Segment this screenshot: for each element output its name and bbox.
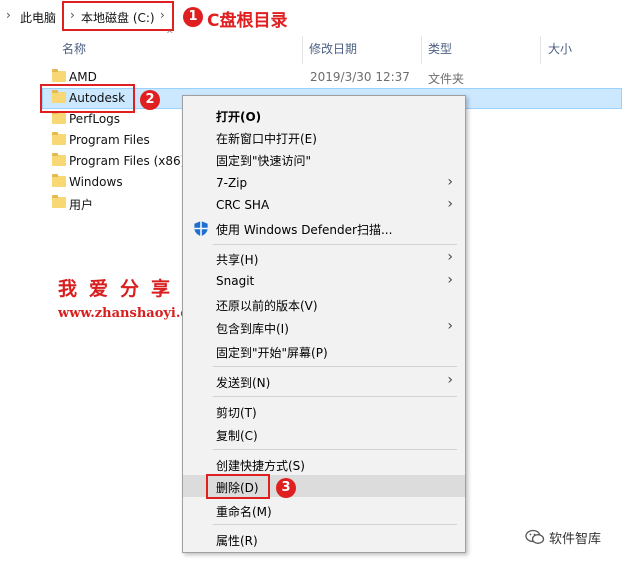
wechat-icon (525, 529, 545, 544)
file-name: AMD (69, 70, 97, 84)
folder-icon (52, 69, 66, 82)
menu-separator (213, 449, 457, 450)
submenu-arrow-icon: › (447, 174, 453, 190)
chevron-right-icon[interactable]: › (6, 8, 11, 22)
folder-icon (52, 132, 66, 145)
step-2-badge: 2 (140, 90, 160, 110)
menu-item-cut[interactable]: 剪切(T) (183, 400, 465, 422)
folder-icon (52, 111, 66, 124)
submenu-arrow-icon: › (447, 372, 453, 388)
column-divider[interactable] (540, 36, 541, 64)
submenu-arrow-icon: › (447, 196, 453, 212)
menu-item-pin-quick-access[interactable]: 固定到"快速访问" (183, 148, 465, 170)
step-1-annotation: C盘根目录 (207, 11, 288, 31)
folder-icon (52, 195, 66, 208)
menu-item-crc-sha[interactable]: CRC SHA › (183, 194, 465, 216)
menu-item-label: 发送到(N) (216, 376, 271, 390)
menu-item-label: 包含到库中(I) (216, 322, 289, 336)
menu-separator (213, 524, 457, 525)
menu-item-create-shortcut[interactable]: 创建快捷方式(S) (183, 453, 465, 475)
menu-item-label: 剪切(T) (216, 406, 257, 420)
highlight-box-delete (206, 474, 270, 499)
column-divider[interactable] (421, 36, 422, 64)
breadcrumb-this-pc[interactable]: 此电脑 (20, 9, 56, 26)
shield-icon (194, 220, 208, 237)
folder-icon (52, 153, 66, 166)
menu-item-label: 固定到"快速访问" (216, 154, 312, 168)
highlight-box-autodesk (40, 84, 135, 113)
menu-item-snagit[interactable]: Snagit › (183, 270, 465, 292)
folder-icon (52, 174, 66, 187)
menu-item-defender-scan[interactable]: 使用 Windows Defender扫描... (183, 217, 465, 239)
menu-item-label: 7-Zip (216, 176, 248, 190)
menu-item-label: 重命名(M) (216, 505, 272, 519)
file-name: 用户 (69, 198, 94, 212)
menu-item-label: 属性(R) (216, 534, 258, 548)
submenu-arrow-icon: › (447, 249, 453, 265)
menu-item-label: 打开(O) (216, 110, 262, 124)
menu-item-label: 还原以前的版本(V) (216, 299, 318, 313)
menu-item-pin-start[interactable]: 固定到"开始"屏幕(P) (183, 340, 465, 362)
menu-item-open[interactable]: 打开(O) (183, 104, 465, 126)
file-name: PerfLogs (69, 112, 121, 126)
menu-item-copy[interactable]: 复制(C) (183, 423, 465, 445)
menu-item-label: 创建快捷方式(S) (216, 459, 305, 473)
step-1-badge: 1 (183, 7, 203, 27)
column-header-type[interactable]: 类型 (428, 40, 452, 60)
file-name: Program Files (69, 133, 150, 147)
step-3-badge: 3 (276, 478, 296, 498)
menu-item-label: CRC SHA (216, 198, 270, 212)
highlight-box-breadcrumb (62, 1, 174, 31)
menu-item-label: 复制(C) (216, 429, 258, 443)
menu-item-rename[interactable]: 重命名(M) (183, 499, 465, 521)
submenu-arrow-icon: › (447, 272, 453, 288)
menu-item-send-to[interactable]: 发送到(N) › (183, 370, 465, 392)
menu-item-7zip[interactable]: 7-Zip › (183, 172, 465, 194)
menu-separator (213, 244, 457, 245)
menu-item-include-library[interactable]: 包含到库中(I) › (183, 316, 465, 338)
file-date: 2019/3/30 12:37 (310, 70, 410, 84)
menu-separator (213, 396, 457, 397)
menu-item-label: 共享(H) (216, 253, 259, 267)
menu-item-restore-versions[interactable]: 还原以前的版本(V) (183, 293, 465, 315)
menu-item-properties[interactable]: 属性(R) (183, 528, 465, 550)
file-name: Program Files (x86) (69, 154, 186, 168)
column-header-size[interactable]: 大小 (548, 40, 572, 60)
column-divider[interactable] (302, 36, 303, 64)
column-header-date[interactable]: 修改日期 (309, 40, 357, 60)
file-type: 文件夹 (428, 72, 465, 86)
wechat-account-name: 软件智库 (549, 532, 602, 547)
menu-item-label: 使用 Windows Defender扫描... (216, 223, 393, 237)
menu-item-label: Snagit (216, 274, 255, 288)
menu-separator (213, 366, 457, 367)
menu-item-share[interactable]: 共享(H) › (183, 247, 465, 269)
menu-item-label: 在新窗口中打开(E) (216, 132, 317, 146)
submenu-arrow-icon: › (447, 318, 453, 334)
menu-item-label: 固定到"开始"屏幕(P) (216, 346, 328, 360)
column-header-name[interactable]: 名称 (62, 40, 86, 60)
menu-item-open-new-window[interactable]: 在新窗口中打开(E) (183, 126, 465, 148)
sort-up-icon: ^ (166, 30, 174, 40)
file-name: Windows (69, 175, 123, 189)
